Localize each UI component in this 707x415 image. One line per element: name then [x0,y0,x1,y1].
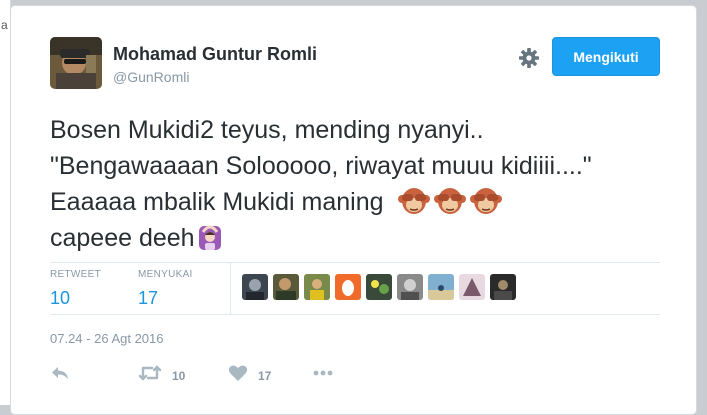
following-button[interactable]: Mengikuti [552,37,660,76]
background-edge-text: a [1,18,8,32]
like-count: 17 [258,368,272,383]
divider-top [50,262,660,263]
retweet-stat[interactable]: RETWEET 10 [50,269,101,309]
tweet-text-line-3: Eaaaaa mbalik Mukidi maning [50,188,384,216]
retweet-count: 10 [172,368,186,383]
tweet-text-line-4: capeee deeh [50,224,195,252]
author-handle[interactable]: @GunRomli [113,69,189,85]
favoriter-avatars [242,274,516,302]
favoriter-avatar[interactable] [459,274,485,300]
woman-gesturing-ok-emoji [197,224,223,262]
retweet-stat-label: RETWEET [50,269,101,280]
favoriter-avatar[interactable] [273,274,299,300]
reply-button[interactable] [50,364,70,387]
more-dots-icon [312,364,334,387]
see-no-evil-monkey-emoji [398,186,431,226]
retweet-icon [138,364,162,387]
reply-icon [50,364,70,387]
see-no-evil-monkey-emoji [470,186,503,226]
favoriter-avatar[interactable] [242,274,268,300]
like-button[interactable]: 17 [228,364,271,387]
more-button[interactable] [312,364,334,387]
favoriter-avatar[interactable] [397,274,423,300]
divider-bottom [50,314,660,315]
tweet-text-line-4-wrap: capeee deeh [50,220,592,256]
favoriter-avatar[interactable] [490,274,516,300]
like-stat-value: 17 [138,288,159,308]
tweet-text-line-3-wrap: Eaaaaa mbalik Mukidi maning [50,184,592,220]
like-stat[interactable]: MENYUKAI 17 [138,269,193,309]
heart-icon [228,364,248,387]
retweet-stat-value: 10 [50,288,71,308]
gear-icon[interactable] [518,47,540,69]
see-no-evil-monkey-emoji [434,186,467,226]
favoriter-avatar[interactable] [304,274,330,300]
like-stat-label: MENYUKAI [138,269,193,280]
tweet-timestamp[interactable]: 07.24 - 26 Agt 2016 [50,331,163,346]
monkey-emoji-row [390,188,503,216]
favoriter-avatar[interactable] [335,274,361,300]
favoriter-avatar[interactable] [366,274,392,300]
author-avatar[interactable] [50,37,102,89]
tweet-text: Bosen Mukidi2 teyus, mending nyanyi.. "B… [50,112,592,256]
favoriter-avatar[interactable] [428,274,454,300]
tweet-card: Mohamad Guntur Romli @GunRomli Mengikuti… [10,5,697,415]
retweet-button[interactable]: 10 [138,364,185,387]
stats-separator [230,262,231,314]
tweet-text-line-1: Bosen Mukidi2 teyus, mending nyanyi.. [50,116,484,144]
author-name[interactable]: Mohamad Guntur Romli [113,44,317,65]
tweet-text-line-2: "Bengawaaaan Solooooo, riwayat muuu kidi… [50,152,592,180]
